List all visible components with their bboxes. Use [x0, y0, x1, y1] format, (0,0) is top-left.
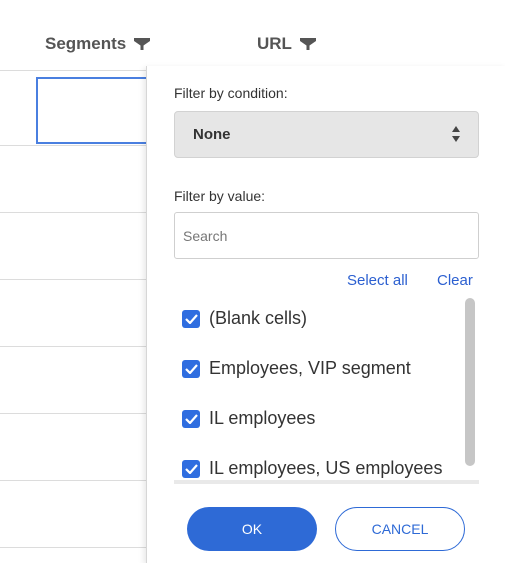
row-divider	[0, 480, 146, 481]
condition-select[interactable]: None	[174, 111, 479, 158]
column-header-label: Segments	[45, 34, 127, 53]
list-item[interactable]: IL employees, US employees	[182, 458, 442, 479]
list-item-label: Employees, VIP segment	[209, 358, 411, 378]
row-divider	[0, 145, 146, 146]
list-item-label: IL employees, US employees	[209, 458, 443, 478]
filter-icon[interactable]	[134, 38, 151, 50]
cancel-button[interactable]: CANCEL	[335, 507, 465, 551]
filter-icon[interactable]	[299, 38, 316, 50]
list-item[interactable]: (Blank cells)	[182, 308, 307, 329]
list-bottom-edge	[174, 480, 479, 484]
list-item[interactable]: Employees, VIP segment	[182, 358, 411, 379]
condition-select-value: None	[193, 126, 231, 143]
filter-by-condition-label: Filter by condition:	[174, 85, 288, 101]
select-arrows-icon	[452, 124, 460, 149]
row-divider	[0, 212, 146, 213]
search-input[interactable]	[174, 212, 479, 259]
column-header-label: URL	[257, 34, 292, 53]
checkbox[interactable]	[182, 359, 200, 378]
row-divider	[0, 413, 146, 414]
column-header-url[interactable]: URL	[257, 34, 316, 54]
row-divider	[0, 279, 146, 280]
list-item-label: (Blank cells)	[209, 308, 308, 328]
filter-dropdown-panel: Filter by condition: None Filter by valu…	[146, 66, 505, 563]
checkbox[interactable]	[182, 459, 200, 478]
column-header-row: Segments URL	[0, 0, 505, 70]
ok-button[interactable]: OK	[187, 507, 317, 551]
checkbox[interactable]	[182, 409, 200, 428]
list-item[interactable]: IL employees	[182, 408, 315, 429]
filter-by-value-label: Filter by value:	[174, 188, 266, 204]
list-scrollbar[interactable]	[465, 298, 475, 466]
clear-link[interactable]: Clear	[437, 272, 473, 289]
selected-cell[interactable]	[36, 77, 148, 144]
select-all-link[interactable]: Select all	[347, 272, 408, 289]
value-list: (Blank cells) Employees, VIP segment IL …	[174, 298, 479, 484]
checkbox[interactable]	[182, 309, 200, 328]
list-item-label: IL employees	[209, 408, 316, 428]
row-divider	[0, 547, 146, 548]
row-divider	[0, 346, 146, 347]
spreadsheet-view: Segments URL Filter by condition: None F…	[0, 0, 505, 563]
column-header-segments[interactable]: Segments	[45, 34, 151, 54]
